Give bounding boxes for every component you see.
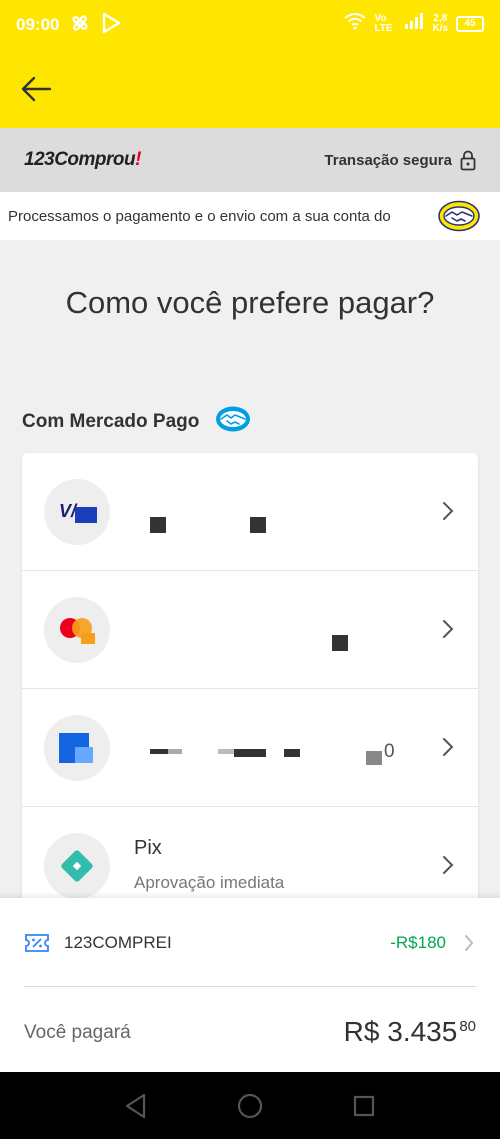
nav-back-icon[interactable] <box>124 1093 148 1119</box>
battery-icon: 45 <box>456 15 484 32</box>
store-logo-bang: ! <box>135 149 141 170</box>
net-speed-value: 2,8 <box>433 12 448 24</box>
masked-text <box>284 749 300 757</box>
secure-transaction: Transação segura <box>324 150 476 171</box>
mercado-pago-logo-icon <box>215 405 251 439</box>
chevron-right-icon <box>443 738 454 756</box>
masked-text <box>150 749 168 754</box>
masked-text <box>332 635 348 651</box>
payment-method-card[interactable]: 0 <box>22 689 478 807</box>
masked-text <box>168 749 182 754</box>
chevron-right-icon <box>443 856 454 874</box>
masked-text <box>250 517 266 533</box>
chevron-right-icon <box>465 935 474 951</box>
divider <box>24 986 476 987</box>
play-store-icon <box>101 12 121 39</box>
masked-text <box>234 749 266 757</box>
net-speed: 2,8 K/s <box>432 12 448 34</box>
payment-method-visa[interactable]: V/ <box>22 453 478 571</box>
masked-text <box>218 749 234 754</box>
total-amount: R$ 3.435 80 <box>344 1016 476 1048</box>
coupon-name: 123COMPREI <box>64 933 172 952</box>
visa-card-icon: V/ <box>44 479 110 545</box>
nav-home-icon[interactable] <box>236 1092 264 1120</box>
network-type: Vo LTE <box>374 12 393 34</box>
app-bar <box>0 50 500 128</box>
section-header: Com Mercado Pago <box>22 405 251 439</box>
store-logo-text: Comprou <box>54 149 136 170</box>
wifi-icon <box>344 12 367 35</box>
section-title: Com Mercado Pago <box>22 411 200 432</box>
chevron-right-icon <box>443 620 454 638</box>
coupon-icon <box>25 934 49 952</box>
nav-recents-icon[interactable] <box>352 1094 376 1118</box>
store-logo-number: 123 <box>24 149 55 170</box>
net-speed-unit: K/s <box>432 22 448 34</box>
coupon-discount: -R$180 <box>390 933 446 952</box>
chevron-right-icon <box>443 502 454 520</box>
payment-method-mastercard[interactable] <box>22 571 478 689</box>
total-cents: 80 <box>459 1018 476 1035</box>
masked-text <box>150 517 166 533</box>
fan-icon <box>69 12 91 39</box>
method-name: Pix <box>134 837 162 859</box>
store-bar: 123Comprou! Transação segura <box>0 128 500 192</box>
page-title: Como você prefere pagar? <box>65 285 435 320</box>
status-time: 09:00 <box>16 15 60 34</box>
back-button[interactable] <box>20 69 60 109</box>
mastercard-icon <box>44 597 110 663</box>
pix-icon <box>44 833 110 899</box>
info-bar: Processamos o pagamento e o envio com a … <box>0 192 500 240</box>
system-nav-bar <box>0 1072 500 1139</box>
partial-text: 0 <box>384 741 395 762</box>
order-summary-panel: 123COMPREI -R$180 Você pagará R$ 3.435 8… <box>0 898 500 1072</box>
coupon-row[interactable]: 123COMPREI -R$180 <box>24 928 476 958</box>
arrow-left-icon <box>21 76 52 102</box>
total-label: Você pagará <box>24 1022 131 1043</box>
signal-icon <box>404 12 424 35</box>
status-bar: 09:00 Vo LTE 2,8 K/s 45 <box>0 0 500 50</box>
card-icon <box>44 715 110 781</box>
secure-label: Transação segura <box>324 151 452 169</box>
method-subtitle: Aprovação imediata <box>134 873 285 892</box>
payment-methods-card: V/ 0 Pix Aprovação imediata <box>22 453 478 925</box>
masked-text <box>366 751 382 765</box>
store-logo: 123Comprou! <box>24 149 141 171</box>
lock-icon <box>460 150 476 170</box>
info-text: Processamos o pagamento e o envio com a … <box>8 207 391 225</box>
mercado-livre-logo-icon <box>438 200 480 236</box>
total-value: R$ 3.435 <box>343 1016 458 1047</box>
